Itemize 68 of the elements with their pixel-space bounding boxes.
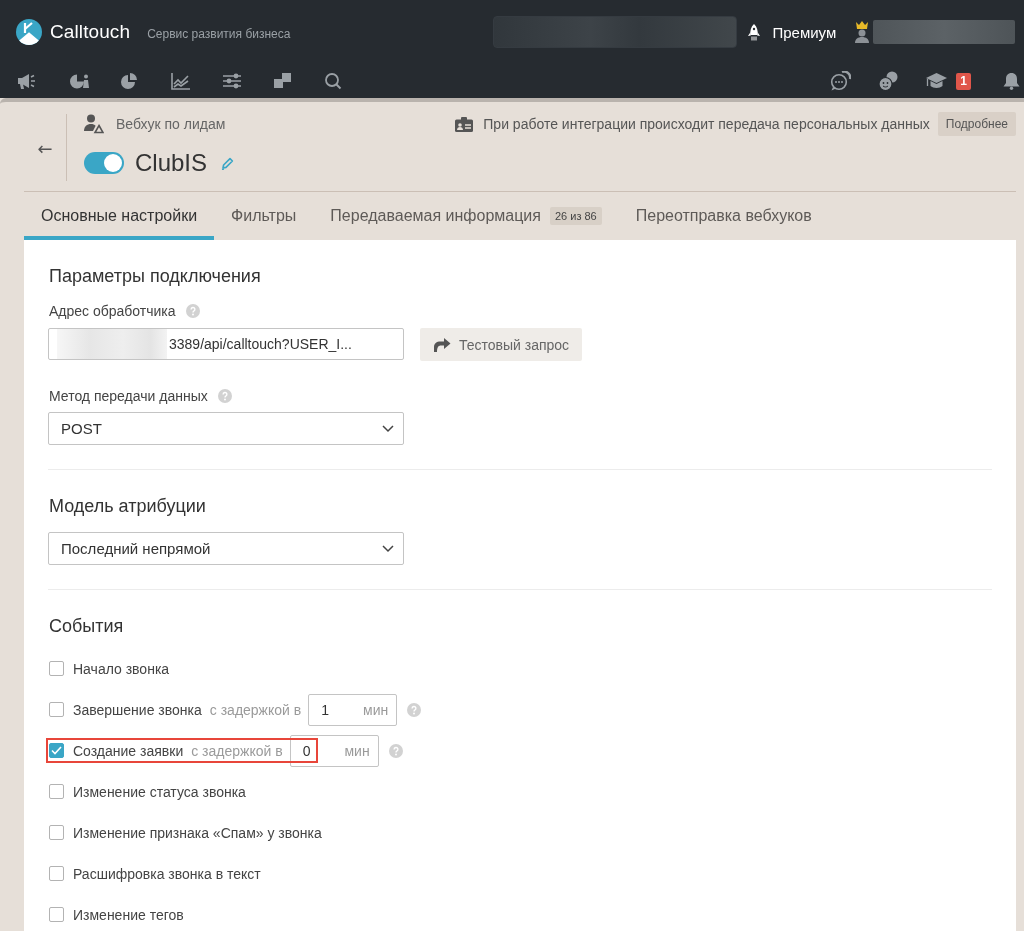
checkbox[interactable]	[49, 661, 64, 676]
help-icon[interactable]	[388, 743, 403, 758]
blurred-field[interactable]	[493, 16, 738, 48]
chat-bubbles-icon[interactable]	[830, 71, 851, 91]
curved-arrow-icon	[432, 337, 451, 352]
help-icon[interactable]	[185, 304, 200, 318]
checkbox-label: Завершение звонка	[73, 701, 202, 718]
tab[interactable]: Фильтры	[214, 192, 314, 240]
delay-input[interactable]: 1 мин	[308, 693, 398, 726]
megaphone-icon[interactable]	[17, 72, 38, 90]
section-heading: Параметры подключения	[49, 265, 262, 288]
checkbox-label: Изменение статуса звонка	[73, 783, 246, 800]
pencil-icon[interactable]	[221, 156, 235, 170]
smiley-faces-icon[interactable]	[878, 71, 899, 91]
tab[interactable]: Переотправка вебхуков	[618, 192, 829, 240]
method-select[interactable]: POST	[48, 412, 404, 445]
page-title: ClubIS	[135, 149, 208, 177]
back-button[interactable]: ←	[37, 138, 53, 159]
sliders-icon[interactable]	[221, 72, 242, 90]
unit-label: мин	[344, 742, 370, 759]
checkbox[interactable]	[49, 825, 64, 840]
checkbox-label: Создание заявки	[73, 742, 184, 759]
details-button[interactable]: Подробнее	[937, 112, 1016, 136]
delay-label: с задержкой в	[191, 742, 283, 759]
checkbox-label: Изменение признака «Спам» у звонка	[73, 824, 322, 841]
squares-icon[interactable]	[272, 72, 293, 90]
rocket-icon	[748, 23, 761, 41]
attribution-select[interactable]: Последний непрямой	[48, 532, 404, 565]
help-icon[interactable]	[407, 702, 422, 717]
checkbox-label: Начало звонка	[73, 660, 170, 677]
checkbox[interactable]	[49, 907, 64, 922]
line-chart-icon[interactable]	[170, 72, 191, 90]
search-icon[interactable]	[323, 72, 344, 90]
caret-icon	[382, 544, 394, 553]
section-label: Вебхук по лидам	[116, 116, 226, 132]
logo-text: Calltouch	[50, 21, 131, 43]
crowned-person-icon[interactable]	[854, 21, 871, 43]
toggle-switch[interactable]	[84, 152, 124, 174]
field-label: Адрес обработчика	[49, 303, 176, 319]
checkbox-label: Расшифровка звонка в текст	[73, 865, 261, 882]
checkbox[interactable]	[49, 743, 64, 758]
premium-link[interactable]: Премиум	[748, 23, 837, 41]
graduation-cap-icon[interactable]	[926, 72, 947, 90]
delay-label: с задержкой в	[209, 701, 302, 718]
id-card-icon	[455, 116, 474, 132]
checkbox-label: Изменение тегов	[73, 906, 184, 923]
tab[interactable]: Передаваемая информация 26 из 86	[313, 192, 619, 240]
tagline: Сервис развития бизнеса	[147, 26, 291, 41]
count-badge: 26 из 86	[549, 207, 602, 225]
section-heading: События	[49, 615, 125, 638]
test-request-button[interactable]: Тестовый запрос	[420, 328, 582, 361]
unit-label: мин	[363, 701, 389, 718]
caret-icon	[382, 424, 394, 433]
pie-person-icon[interactable]	[68, 72, 89, 90]
checkbox[interactable]	[49, 866, 64, 881]
notice-text: При работе интеграции происходит передача персональных данных	[483, 116, 930, 132]
notification-badge: 1	[956, 72, 971, 90]
section-heading: Модель атрибуции	[49, 495, 207, 518]
checkbox[interactable]	[49, 702, 64, 717]
logo-icon	[16, 19, 42, 45]
delay-input[interactable]: 0 мин	[289, 734, 379, 767]
url-field[interactable]: 3389/api/calltouch?USER_I...	[48, 328, 404, 360]
checkbox[interactable]	[49, 784, 64, 799]
pie-chart-icon[interactable]	[119, 72, 140, 90]
field-label: Метод передачи данных	[49, 388, 208, 404]
bell-icon[interactable]	[1003, 72, 1020, 90]
help-icon[interactable]	[217, 389, 232, 403]
person-triangle-icon	[84, 114, 104, 134]
